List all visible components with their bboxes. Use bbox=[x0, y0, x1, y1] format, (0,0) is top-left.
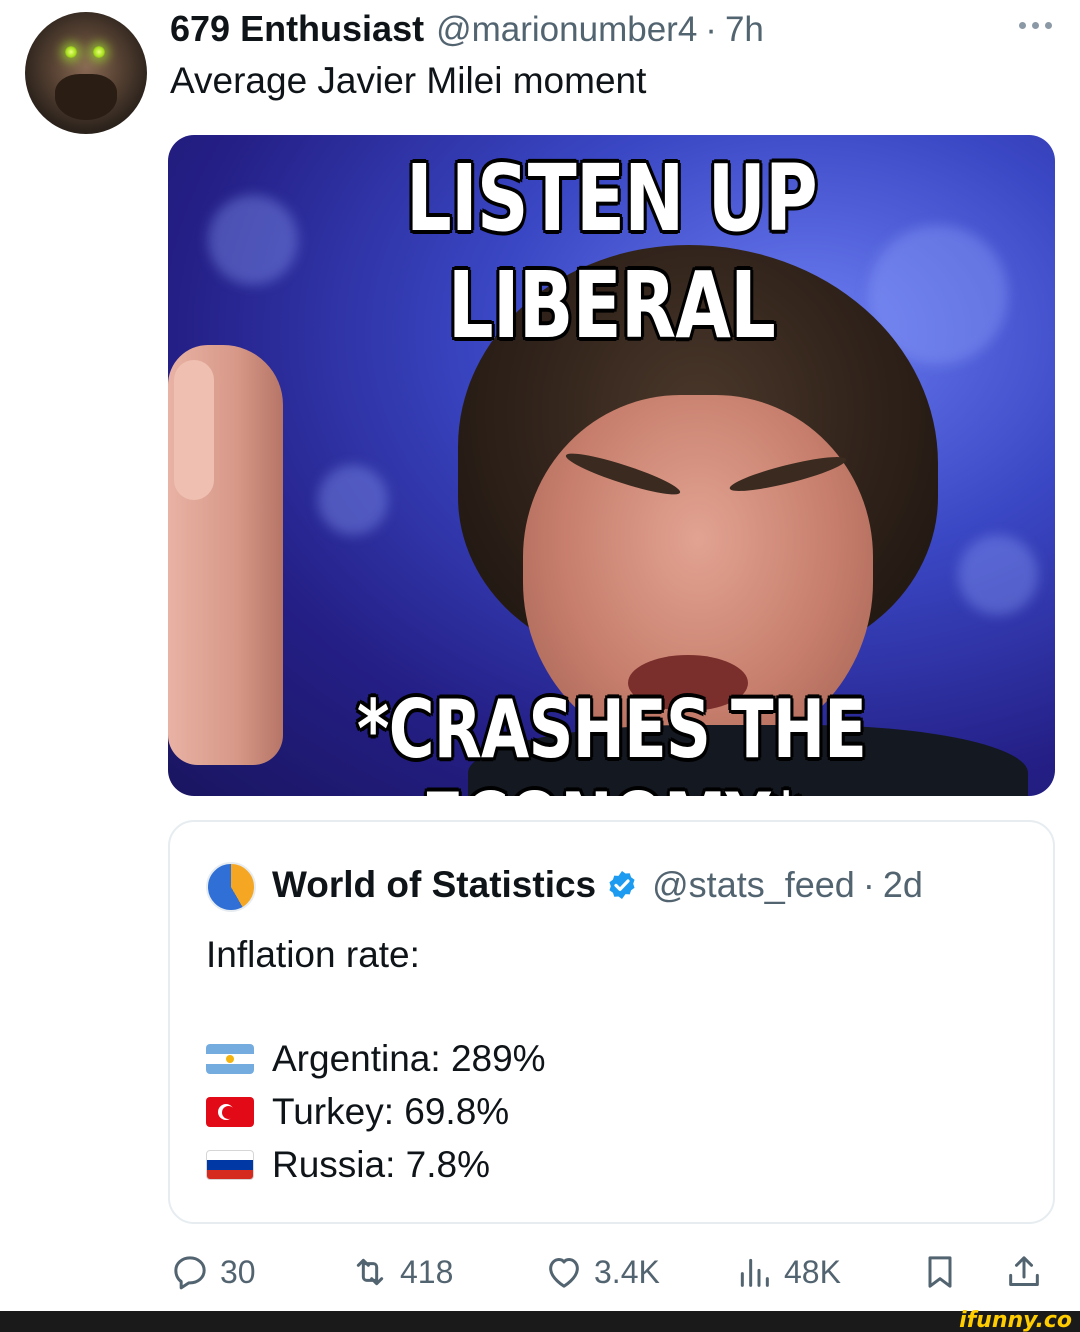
more-dot bbox=[1032, 22, 1039, 29]
stat-row-turkey: Turkey: 69.8% bbox=[206, 1091, 509, 1133]
reply-count: 30 bbox=[220, 1253, 256, 1290]
stat-label: Russia: 7.8% bbox=[272, 1144, 490, 1185]
argentina-flag-icon bbox=[206, 1044, 254, 1074]
tweet-media-image[interactable]: LISTEN UP LIBERAL *CRASHES THE ECONOMY* bbox=[168, 135, 1055, 796]
quoted-tweet[interactable]: World of Statistics @stats_feed · 2d Inf… bbox=[168, 820, 1055, 1224]
author-display-name[interactable]: 679 Enthusiast bbox=[170, 8, 424, 50]
quote-timestamp: 2d bbox=[882, 864, 923, 905]
stat-row-russia: Russia: 7.8% bbox=[206, 1144, 490, 1186]
quote-header: World of Statistics @stats_feed · 2d bbox=[272, 860, 923, 910]
ifunny-watermark: ifunny.co bbox=[959, 1308, 1072, 1332]
retweet-button[interactable]: 418 bbox=[350, 1250, 453, 1294]
watermark-bar: ifunny.co bbox=[0, 1308, 1080, 1332]
background-light bbox=[958, 535, 1038, 615]
tweet-timestamp[interactable]: 7h bbox=[725, 10, 764, 50]
like-button[interactable]: 3.4K bbox=[544, 1250, 660, 1294]
meme-top-caption: LISTEN UP LIBERAL bbox=[406, 145, 818, 359]
avatar-beard bbox=[55, 74, 117, 120]
verified-badge-icon bbox=[609, 871, 635, 899]
stat-label: Turkey: 69.8% bbox=[272, 1091, 510, 1132]
stat-label: Argentina: 289% bbox=[272, 1038, 546, 1079]
background-light bbox=[318, 465, 388, 535]
like-count: 3.4K bbox=[594, 1253, 660, 1290]
tweet-action-bar: 30 418 3.4K 48K bbox=[168, 1250, 1058, 1294]
meme-subject-finger bbox=[174, 360, 214, 500]
share-button[interactable] bbox=[1004, 1250, 1054, 1294]
reply-button[interactable]: 30 bbox=[170, 1250, 256, 1294]
retweet-icon bbox=[356, 1258, 384, 1286]
more-dot bbox=[1019, 22, 1026, 29]
author-avatar[interactable] bbox=[25, 12, 147, 134]
heart-icon bbox=[549, 1258, 579, 1288]
views-count: 48K bbox=[784, 1253, 841, 1290]
quote-avatar-pie-icon bbox=[206, 862, 256, 912]
meme-bottom-caption: *CRASHES THE ECONOMY* bbox=[356, 683, 867, 796]
quote-text-title: Inflation rate: bbox=[206, 934, 420, 975]
header-separator: · bbox=[705, 10, 717, 49]
quote-separator: · bbox=[862, 864, 875, 905]
tweet-header: 679 Enthusiast @marionumber4 · 7h bbox=[170, 8, 764, 54]
avatar-eye-glow bbox=[65, 46, 77, 58]
more-options-icon[interactable] bbox=[1019, 22, 1052, 29]
tweet-text: Average Javier Milei moment bbox=[170, 60, 647, 101]
bookmark-icon bbox=[928, 1256, 952, 1288]
quote-handle: @stats_feed bbox=[652, 864, 855, 905]
share-icon bbox=[1009, 1256, 1039, 1286]
author-handle[interactable]: @marionumber4 bbox=[436, 10, 697, 50]
reply-icon bbox=[174, 1256, 206, 1290]
russia-flag-icon bbox=[206, 1150, 254, 1180]
bookmark-button[interactable] bbox=[920, 1250, 970, 1294]
more-dot bbox=[1045, 22, 1052, 29]
stat-row-argentina: Argentina: 289% bbox=[206, 1038, 546, 1080]
views-bar-chart-icon bbox=[740, 1258, 769, 1287]
quote-display-name: World of Statistics bbox=[272, 864, 597, 905]
turkey-flag-icon bbox=[206, 1097, 254, 1127]
avatar-eye-glow bbox=[93, 46, 105, 58]
views-button[interactable]: 48K bbox=[734, 1250, 841, 1294]
retweet-count: 418 bbox=[400, 1253, 454, 1290]
